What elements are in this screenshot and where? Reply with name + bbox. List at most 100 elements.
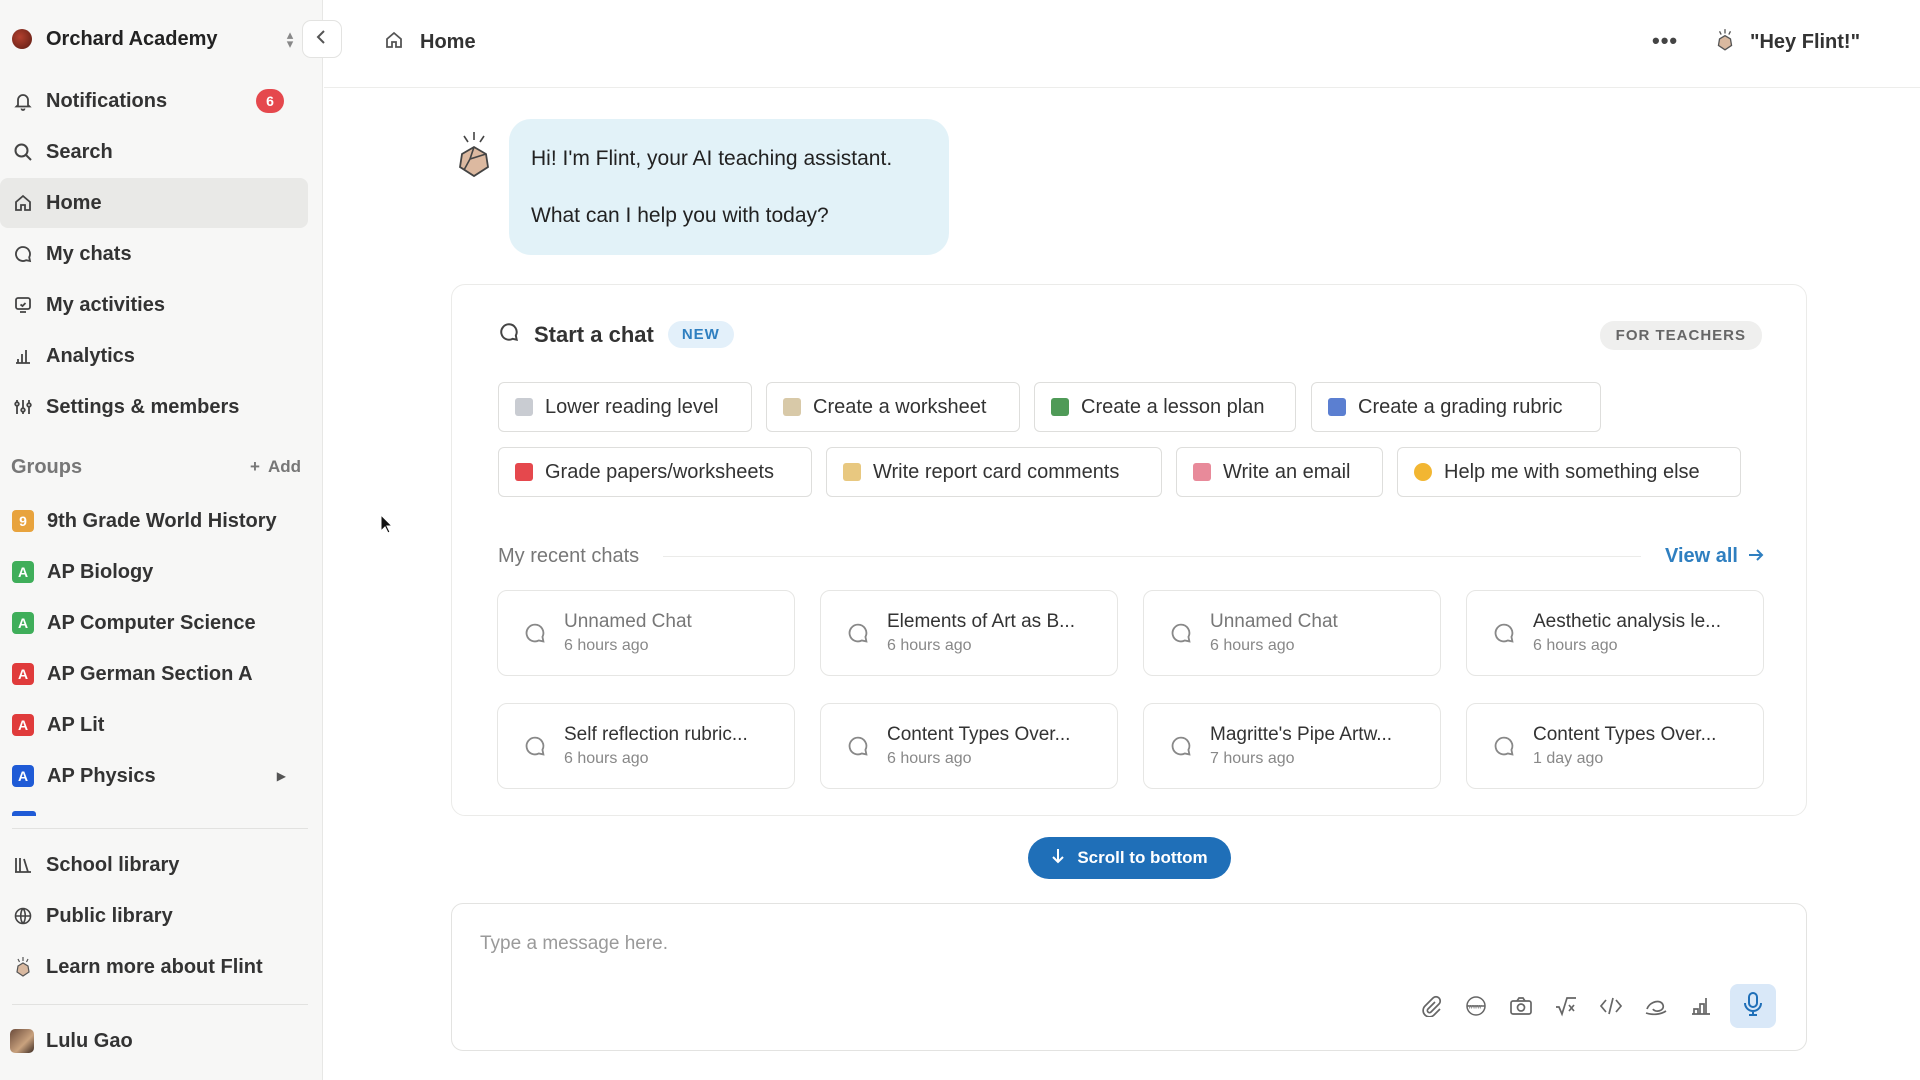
user-profile[interactable]: Lulu Gao — [10, 1024, 133, 1058]
message-input[interactable] — [480, 926, 1680, 962]
nav-school-library[interactable]: School library — [0, 840, 308, 890]
nav-label: Settings & members — [46, 395, 240, 418]
hey-flint-label: "Hey Flint!" — [1750, 31, 1861, 53]
arrow-down-icon — [1051, 848, 1065, 869]
svg-text:www: www — [1468, 1005, 1483, 1011]
thinking-face-icon — [1414, 463, 1432, 481]
group-item[interactable]: A AP German Section A — [0, 649, 308, 699]
code-icon[interactable] — [1598, 993, 1624, 1019]
nav-label: My chats — [46, 242, 132, 265]
suggestion-write-email[interactable]: Write an email — [1176, 447, 1383, 497]
recent-chat-card[interactable]: Content Types Over... 1 day ago — [1466, 703, 1764, 789]
avatar — [10, 1029, 34, 1053]
nav-my-activities[interactable]: My activities — [0, 280, 308, 330]
nav-search[interactable]: Search — [0, 127, 308, 177]
books-icon — [1051, 398, 1069, 416]
groups-header: Groups + Add — [11, 452, 301, 482]
nav-learn-more[interactable]: Learn more about Flint — [0, 942, 308, 992]
www-globe-icon[interactable]: www — [1463, 993, 1489, 1019]
square-root-icon[interactable] — [1553, 993, 1579, 1019]
composer-toolbar: www — [1399, 984, 1776, 1028]
recent-chat-title: Content Types Over... — [1533, 724, 1717, 745]
group-item[interactable]: 9 9th Grade World History — [0, 496, 308, 546]
flint-logo-icon — [12, 956, 34, 978]
recent-chat-card[interactable]: Content Types Over... 6 hours ago — [820, 703, 1118, 789]
suggestion-create-worksheet[interactable]: Create a worksheet — [766, 382, 1020, 432]
expand-caret-icon[interactable]: ▶ — [277, 769, 286, 783]
recent-chat-time: 7 hours ago — [1210, 750, 1295, 767]
view-all-link[interactable]: View all — [1665, 545, 1764, 568]
recent-chat-card[interactable]: Aesthetic analysis le... 6 hours ago — [1466, 590, 1764, 676]
mouse-cursor-icon — [380, 513, 394, 539]
chat-bubble-icon — [1491, 733, 1517, 759]
group-item[interactable]: A AP Computer Science — [0, 598, 308, 648]
group-badge: A — [12, 561, 34, 583]
view-all-label: View all — [1664, 544, 1738, 567]
chat-bubble-icon — [1168, 733, 1194, 759]
scroll-to-bottom-button[interactable]: Scroll to bottom — [1028, 837, 1231, 879]
group-item[interactable]: A AP Physics ▶ — [0, 751, 308, 801]
nav-analytics[interactable]: Analytics — [0, 331, 308, 381]
suggestion-lower-reading-level[interactable]: Lower reading level — [498, 382, 752, 432]
flint-avatar-icon — [454, 130, 494, 178]
hey-flint-button[interactable]: "Hey Flint!" — [1714, 28, 1860, 57]
more-options-button[interactable]: ••• — [1652, 28, 1678, 54]
group-item[interactable]: A AP Lit — [0, 700, 308, 750]
recent-chat-time: 6 hours ago — [1533, 637, 1618, 654]
camera-icon[interactable] — [1508, 993, 1534, 1019]
suggestion-create-grading-rubric[interactable]: Create a grading rubric — [1311, 382, 1601, 432]
audience-badge: FOR TEACHERS — [1599, 321, 1762, 350]
recent-chat-title: Content Types Over... — [887, 724, 1071, 745]
nav-label: Learn more about Flint — [46, 955, 263, 978]
suggestion-label: Create a lesson plan — [1081, 395, 1265, 418]
recent-chat-card[interactable]: Unnamed Chat 6 hours ago — [1143, 590, 1441, 676]
group-label: AP Computer Science — [47, 611, 256, 634]
chat-bubble-icon — [845, 733, 871, 759]
org-name: Orchard Academy — [46, 27, 218, 50]
recent-chat-title: Magritte's Pipe Artw... — [1210, 724, 1393, 745]
suggestion-create-lesson-plan[interactable]: Create a lesson plan — [1034, 382, 1296, 432]
start-chat-header: Start a chat NEW — [498, 321, 734, 348]
divider — [663, 555, 1641, 557]
paperclip-icon[interactable] — [1418, 993, 1444, 1019]
sidebar-divider — [12, 1004, 308, 1005]
nav-my-chats[interactable]: My chats — [0, 229, 308, 279]
group-label: 9th Grade World History — [47, 509, 277, 532]
recent-chat-card[interactable]: Self reflection rubric... 6 hours ago — [497, 703, 795, 789]
settings-sliders-icon — [12, 396, 34, 418]
nav-notifications[interactable]: Notifications 6 — [0, 76, 308, 126]
group-badge: A — [12, 612, 34, 634]
add-group-button[interactable]: + Add — [250, 457, 301, 477]
suggestion-label: Write report card comments — [873, 460, 1120, 483]
nav-label: Public library — [46, 904, 173, 927]
chat-bubble-icon — [1491, 620, 1517, 646]
hundred-points-icon — [515, 463, 533, 481]
recent-chat-card[interactable]: Unnamed Chat 6 hours ago — [497, 590, 795, 676]
nav-public-library[interactable]: Public library — [0, 891, 308, 941]
suggestion-help-something-else[interactable]: Help me with something else — [1397, 447, 1741, 497]
document-icon — [515, 398, 533, 416]
microphone-button[interactable] — [1730, 984, 1776, 1028]
recent-chat-card[interactable]: Elements of Art as B... 6 hours ago — [820, 590, 1118, 676]
chart-icon[interactable] — [1688, 993, 1714, 1019]
suggestion-label: Write an email — [1223, 460, 1351, 483]
group-badge: A — [12, 765, 34, 787]
recent-chat-card[interactable]: Magritte's Pipe Artw... 7 hours ago — [1143, 703, 1441, 789]
bell-icon — [12, 90, 34, 112]
sidebar: Orchard Academy ▴ ▾ Notifications 6 Searc… — [0, 0, 323, 1080]
suggestion-grade-papers[interactable]: Grade papers/worksheets — [498, 447, 812, 497]
chat-bubble-icon — [522, 620, 548, 646]
new-badge: NEW — [667, 321, 734, 348]
collapse-sidebar-button[interactable] — [302, 20, 342, 58]
nav-settings-members[interactable]: Settings & members — [0, 382, 308, 432]
group-item[interactable]: A AP Biology — [0, 547, 308, 597]
group-badge: A — [12, 714, 34, 736]
add-group-label: Add — [267, 457, 301, 476]
org-switcher[interactable]: Orchard Academy ▴ ▾ — [12, 22, 300, 56]
suggestion-report-card-comments[interactable]: Write report card comments — [826, 447, 1162, 497]
recent-chat-time: 6 hours ago — [887, 637, 972, 654]
nav-home[interactable]: Home — [0, 178, 308, 228]
suggestion-label: Create a grading rubric — [1358, 395, 1563, 418]
drawing-icon[interactable] — [1643, 993, 1669, 1019]
grid-icon — [1328, 398, 1346, 416]
